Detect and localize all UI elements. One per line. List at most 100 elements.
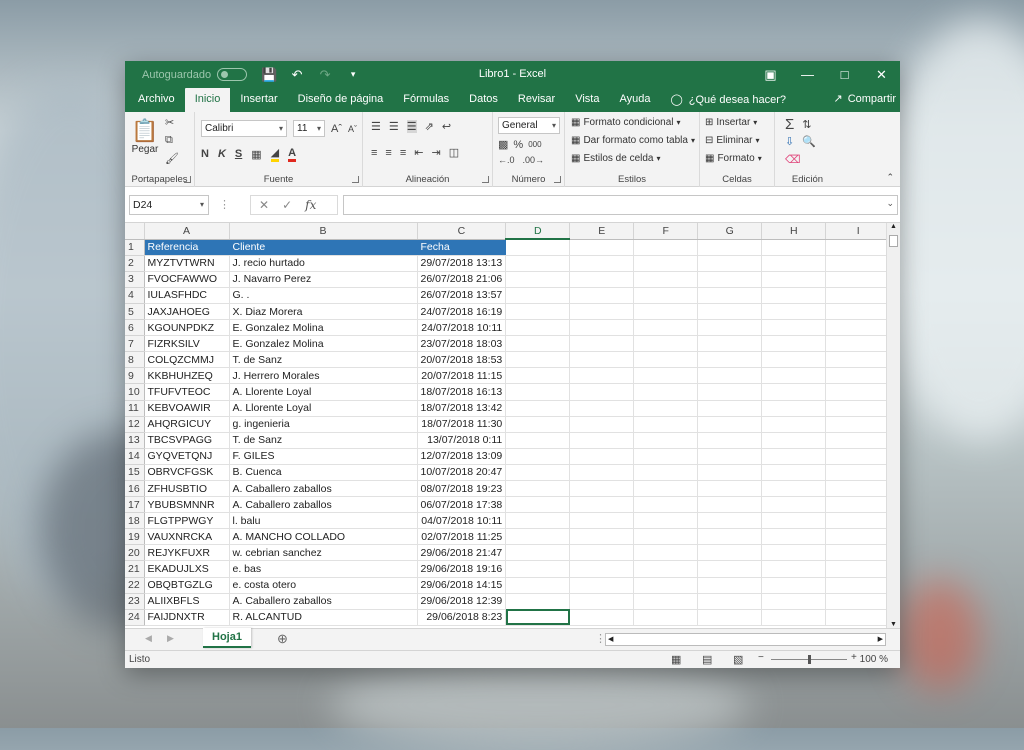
cell[interactable]	[697, 480, 763, 498]
cell[interactable]	[825, 335, 892, 353]
cell[interactable]: FVOCFAWWO	[144, 271, 230, 288]
cell[interactable]	[633, 319, 699, 337]
cell[interactable]	[633, 544, 699, 562]
cell[interactable]	[505, 335, 571, 353]
increase-decimal-icon[interactable]: ←.0	[498, 155, 515, 165]
cell[interactable]	[761, 609, 827, 626]
cell[interactable]	[825, 351, 892, 369]
sort-filter-icon[interactable]: ⇅	[802, 118, 811, 131]
save-icon[interactable]: 💾	[261, 67, 277, 83]
cell[interactable]	[825, 239, 892, 256]
page-layout-icon[interactable]: ▤	[702, 653, 712, 666]
cell[interactable]	[697, 335, 763, 353]
row-header[interactable]: 9	[125, 367, 145, 385]
row-header[interactable]: 18	[125, 512, 145, 530]
cell[interactable]	[825, 319, 892, 337]
conditional-format-button[interactable]: ▦ Formato condicional ▾	[571, 117, 681, 128]
font-name-select[interactable]: Calibri ▾	[201, 120, 287, 137]
cell[interactable]	[633, 287, 699, 304]
cell[interactable]	[569, 609, 635, 626]
currency-icon[interactable]: ▩	[498, 138, 508, 151]
autosum-icon[interactable]: Σ	[785, 116, 794, 133]
cell[interactable]	[633, 255, 699, 272]
cell[interactable]	[761, 416, 827, 433]
cell[interactable]	[825, 367, 892, 385]
tell-me-search[interactable]: ◯ ¿Qué desea hacer?	[670, 88, 786, 112]
column-header[interactable]: B	[229, 223, 418, 240]
cell[interactable]	[825, 432, 892, 449]
column-header[interactable]: G	[697, 223, 763, 240]
cell[interactable]	[633, 464, 699, 482]
cell[interactable]	[697, 496, 763, 514]
cell[interactable]	[569, 383, 635, 401]
cell[interactable]	[505, 496, 571, 514]
cell[interactable]	[825, 496, 892, 514]
cell[interactable]: T. de Sanz	[229, 351, 418, 369]
cell[interactable]	[761, 577, 827, 594]
cell[interactable]	[633, 383, 699, 401]
cell[interactable]	[505, 544, 571, 562]
cell[interactable]	[633, 351, 699, 369]
cell[interactable]	[505, 448, 571, 465]
cell[interactable]: KGOUNPDKZ	[144, 319, 230, 337]
find-select-icon[interactable]: 🔍	[802, 135, 816, 148]
cell[interactable]: J. Navarro Perez	[229, 271, 418, 288]
cell[interactable]	[633, 593, 699, 610]
cell[interactable]: E. Gonzalez Molina	[229, 319, 418, 337]
cell[interactable]	[761, 271, 827, 288]
cell[interactable]: FLGTPPWGY	[144, 512, 230, 530]
column-header[interactable]: F	[633, 223, 699, 240]
cell[interactable]	[825, 255, 892, 272]
font-launcher-icon[interactable]	[352, 176, 359, 183]
alignment-launcher-icon[interactable]	[482, 176, 489, 183]
cell[interactable]	[569, 416, 635, 433]
cell[interactable]	[825, 400, 892, 417]
cell[interactable]: 29/06/2018 12:39	[417, 593, 507, 610]
row-header[interactable]: 22	[125, 577, 145, 594]
cell[interactable]	[761, 319, 827, 337]
cell[interactable]	[761, 593, 827, 610]
cell[interactable]	[761, 544, 827, 562]
cell[interactable]	[761, 464, 827, 482]
horizontal-scrollbar[interactable]: ◀ ▶	[605, 633, 886, 646]
cell[interactable]	[761, 255, 827, 272]
share-button[interactable]: ↗ Compartir	[833, 88, 896, 112]
cell[interactable]: VAUXNRCKA	[144, 528, 230, 546]
align-bottom-icon[interactable]: ☰	[406, 120, 417, 133]
zoom-slider-thumb[interactable]	[808, 655, 811, 664]
cell[interactable]	[697, 400, 763, 417]
cell[interactable]	[697, 577, 763, 594]
cell[interactable]: 18/07/2018 13:42	[417, 400, 507, 417]
row-header[interactable]: 12	[125, 416, 145, 433]
cell[interactable]	[825, 560, 892, 578]
cell[interactable]	[761, 432, 827, 449]
cell[interactable]: X. Diaz Morera	[229, 303, 418, 321]
row-header[interactable]: 3	[125, 271, 145, 288]
percent-button[interactable]: %	[513, 139, 523, 151]
cell[interactable]: GYQVETQNJ	[144, 448, 230, 465]
cell[interactable]: 13/07/2018 0:11	[417, 432, 507, 449]
cell[interactable]	[697, 351, 763, 369]
cell[interactable]	[825, 287, 892, 304]
font-color-icon[interactable]: A	[288, 147, 297, 162]
thousands-button[interactable]: 000	[528, 140, 541, 149]
cell[interactable]	[569, 400, 635, 417]
tab-diseno-de-pagina[interactable]: Diseño de página	[288, 88, 394, 112]
cell[interactable]	[505, 271, 571, 288]
align-top-icon[interactable]: ☰	[371, 120, 381, 133]
worksheet-grid[interactable]: A B C D E F G H I 1 Referencia Cliente F…	[125, 223, 900, 628]
cell[interactable]	[633, 432, 699, 449]
fill-color-icon[interactable]: ◢	[270, 146, 280, 162]
cell[interactable]	[761, 496, 827, 514]
cell[interactable]	[505, 432, 571, 449]
cell[interactable]: A. Llorente Loyal	[229, 400, 418, 417]
cell[interactable]: 06/07/2018 17:38	[417, 496, 507, 514]
cell[interactable]: COLQZCMMJ	[144, 351, 230, 369]
cell[interactable]: 02/07/2018 11:25	[417, 528, 507, 546]
redo-icon[interactable]: ↷	[317, 67, 333, 83]
cell[interactable]	[761, 480, 827, 498]
sheet-tab-hoja1[interactable]: Hoja1	[203, 628, 251, 648]
cell[interactable]	[697, 255, 763, 272]
cell[interactable]	[761, 528, 827, 546]
row-header[interactable]: 13	[125, 432, 145, 449]
